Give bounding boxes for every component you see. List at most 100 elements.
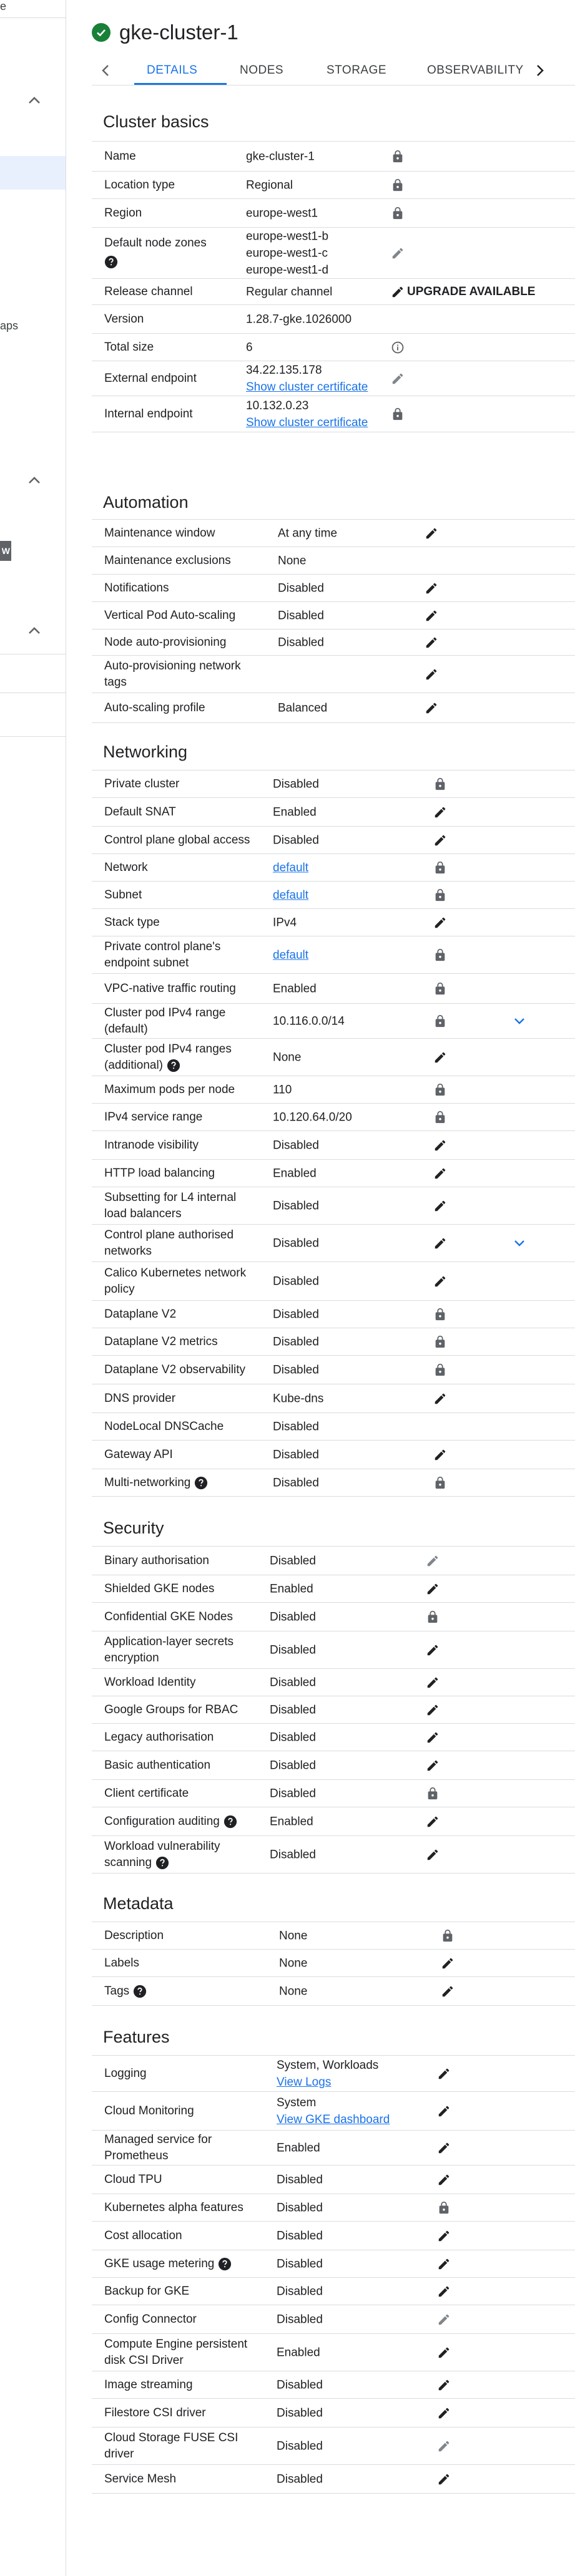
pencil-icon[interactable] xyxy=(437,2104,451,2118)
sidebar-item-partial[interactable]: e xyxy=(0,0,6,13)
upgrade-available-button[interactable]: UPGRADE AVAILABLE xyxy=(391,285,535,299)
row-label-text: Stack type xyxy=(104,916,160,929)
row-link[interactable]: Show cluster certificate xyxy=(246,414,368,431)
sidebar-item-partial[interactable]: aps xyxy=(0,319,18,333)
row-value-link[interactable]: default xyxy=(273,947,308,964)
expand-more-icon[interactable] xyxy=(511,1235,528,1252)
row-label-text: Binary authorisation xyxy=(104,1554,209,1567)
pencil-icon[interactable] xyxy=(426,1554,440,1568)
pencil-icon[interactable] xyxy=(425,527,438,540)
pencil-icon[interactable] xyxy=(391,372,405,386)
row-value-link[interactable]: default xyxy=(273,887,308,904)
pencil-icon[interactable] xyxy=(433,1167,447,1180)
tab-nodes[interactable]: NODES xyxy=(240,56,283,84)
pencil-icon[interactable] xyxy=(425,701,438,715)
row-label: Location type xyxy=(104,177,254,193)
lock-icon xyxy=(433,1363,447,1377)
pencil-icon[interactable] xyxy=(426,1643,440,1657)
pencil-icon[interactable] xyxy=(425,581,438,595)
detail-row-compute-engine-persistent-disk-csi-driver: Compute Engine persistent disk CSI Drive… xyxy=(92,2333,575,2371)
chevron-left-icon[interactable] xyxy=(98,62,114,79)
row-value: IPv4 xyxy=(273,915,297,931)
row-value-text: Disabled xyxy=(277,2313,323,2326)
pencil-icon[interactable] xyxy=(433,1392,447,1406)
pencil-icon[interactable] xyxy=(426,1676,440,1689)
row-value: Disabled xyxy=(277,2471,323,2488)
pencil-icon[interactable] xyxy=(437,2406,451,2420)
row-label: Subnet xyxy=(104,887,254,903)
pencil-icon[interactable] xyxy=(433,1275,447,1288)
expand-more-icon[interactable] xyxy=(511,1013,528,1029)
pencil-icon[interactable] xyxy=(437,2285,451,2298)
row-value-text: Disabled xyxy=(270,1848,316,1862)
row-label: Cloud Storage FUSE CSI driver xyxy=(104,2430,254,2462)
pencil-icon[interactable] xyxy=(433,916,447,930)
row-label: Workload vulnerability scanning xyxy=(104,1839,254,1871)
row-label-text: Vertical Pod Auto-scaling xyxy=(104,609,236,622)
pencil-icon[interactable] xyxy=(441,1956,455,1970)
pencil-icon[interactable] xyxy=(441,1985,455,1998)
pencil-icon[interactable] xyxy=(437,2378,451,2392)
row-label: Description xyxy=(104,1928,254,1944)
help-icon[interactable] xyxy=(104,255,118,269)
chevron-up-icon[interactable] xyxy=(27,96,41,105)
help-icon[interactable] xyxy=(155,1856,169,1870)
detail-row-kubernetes-alpha-features: Kubernetes alpha features Disabled xyxy=(92,2194,575,2222)
pencil-icon[interactable] xyxy=(437,2439,451,2453)
row-label: Basic authentication xyxy=(104,1757,254,1774)
detail-row-subsetting-for-l4-internal-load-balancers: Subsetting for L4 internal load balancer… xyxy=(92,1187,575,1225)
help-icon[interactable] xyxy=(224,1815,237,1829)
pencil-icon[interactable] xyxy=(433,1051,447,1064)
help-icon[interactable] xyxy=(218,2257,232,2271)
pencil-icon[interactable] xyxy=(437,2313,451,2326)
pencil-icon[interactable] xyxy=(437,2173,451,2187)
row-link[interactable]: View GKE dashboard xyxy=(277,2111,390,2128)
detail-row-http-load-balancing: HTTP load balancing Enabled xyxy=(92,1159,575,1187)
row-label-text: Calico Kubernetes network policy xyxy=(104,1266,247,1296)
pencil-icon[interactable] xyxy=(426,1703,440,1717)
row-value-link[interactable]: default xyxy=(273,860,308,877)
pencil-icon[interactable] xyxy=(437,2067,451,2081)
row-value-text: Disabled xyxy=(278,636,324,649)
pencil-icon[interactable] xyxy=(433,834,447,847)
row-link[interactable]: Show cluster certificate xyxy=(246,379,368,396)
row-label: Maximum pods per node xyxy=(104,1082,254,1098)
pencil-icon[interactable] xyxy=(433,1139,447,1152)
tab-storage[interactable]: STORAGE xyxy=(327,56,386,84)
pencil-icon[interactable] xyxy=(425,609,438,623)
pencil-icon[interactable] xyxy=(426,1815,440,1829)
pencil-icon[interactable] xyxy=(426,1759,440,1772)
section-bottom-divider xyxy=(92,2005,575,2006)
chevron-right-icon[interactable] xyxy=(532,62,548,79)
pencil-icon[interactable] xyxy=(433,1199,447,1213)
pencil-icon[interactable] xyxy=(425,668,438,681)
pencil-icon[interactable] xyxy=(426,1731,440,1744)
help-icon[interactable] xyxy=(194,1476,208,1490)
tab-observability[interactable]: OBSERVABILITY xyxy=(427,56,524,84)
row-value-text: 34.22.135.178 xyxy=(246,364,322,377)
chevron-up-icon[interactable] xyxy=(27,626,41,635)
pencil-icon[interactable] xyxy=(426,1848,440,1862)
chevron-up-icon[interactable] xyxy=(27,476,41,485)
help-icon[interactable] xyxy=(133,1985,147,1998)
pencil-icon[interactable] xyxy=(437,2229,451,2243)
pencil-icon[interactable] xyxy=(437,2346,451,2360)
pencil-icon[interactable] xyxy=(433,805,447,819)
pencil-icon[interactable] xyxy=(426,1582,440,1596)
sidebar-item-selected[interactable] xyxy=(0,156,66,190)
pencil-icon[interactable] xyxy=(425,636,438,649)
row-value: Disabled xyxy=(270,1786,316,1802)
pencil-icon[interactable] xyxy=(433,1237,447,1250)
row-value: Disabled xyxy=(277,2256,323,2273)
pencil-icon[interactable] xyxy=(437,2257,451,2271)
pencil-icon[interactable] xyxy=(437,2141,451,2155)
help-icon[interactable] xyxy=(167,1059,180,1072)
detail-row-auto-provisioning-network-tags: Auto-provisioning network tags xyxy=(92,655,575,693)
row-value: 110 xyxy=(273,1082,292,1099)
row-link[interactable]: View Logs xyxy=(277,2074,378,2091)
lock-icon xyxy=(433,1111,447,1124)
pencil-icon[interactable] xyxy=(437,2472,451,2486)
pencil-icon[interactable] xyxy=(391,246,405,260)
pencil-icon[interactable] xyxy=(433,1448,447,1462)
tab-details[interactable]: DETAILS xyxy=(147,56,197,84)
